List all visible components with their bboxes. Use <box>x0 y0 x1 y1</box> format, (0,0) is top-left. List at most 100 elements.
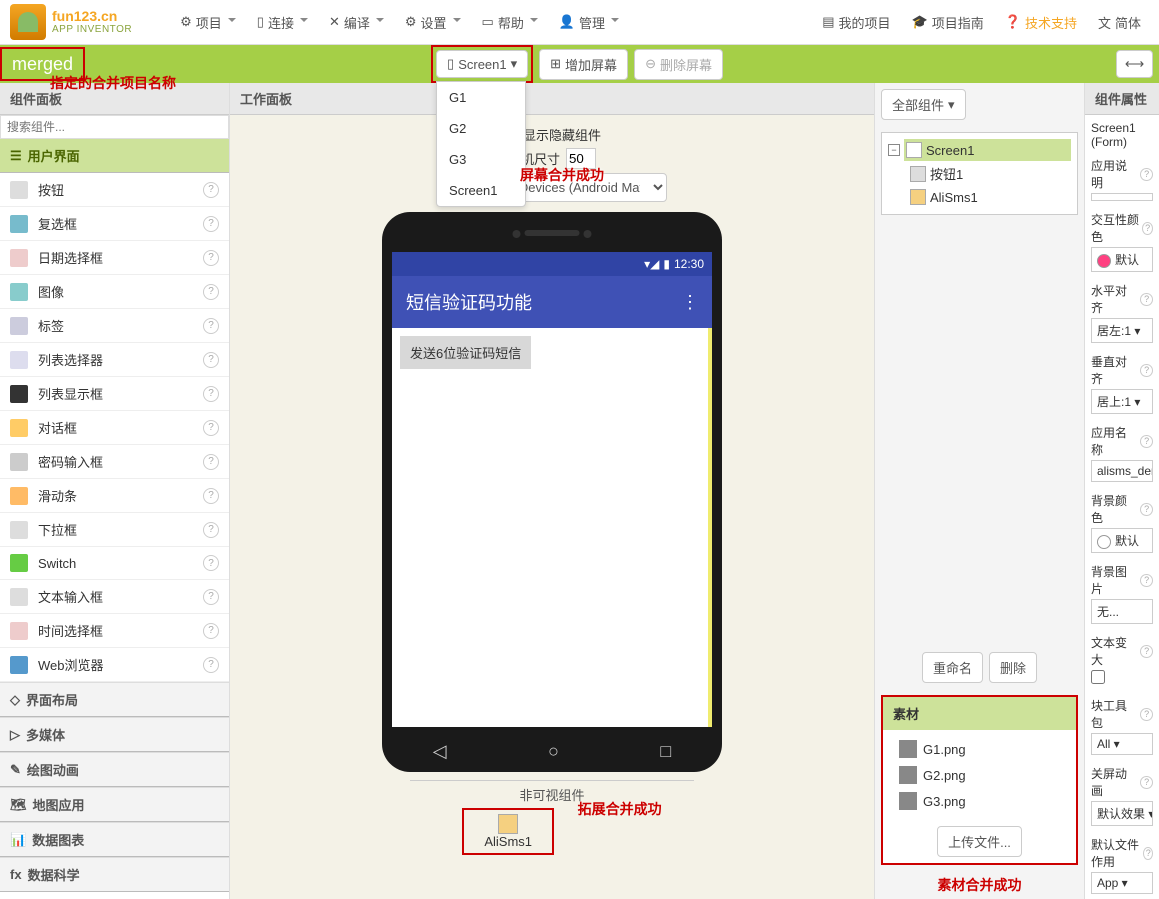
delete-button[interactable]: 删除 <box>989 652 1037 683</box>
image-icon <box>899 740 917 758</box>
media-panel: 素材 G1.png G2.png G3.png 上传文件... <box>881 695 1078 865</box>
property-control[interactable]: 居左:1 ▾ <box>1091 318 1153 343</box>
tree-node-button1[interactable]: 按钮1 <box>908 161 1071 186</box>
property-label: 文本变大 ? <box>1091 634 1153 668</box>
media-item-g2[interactable]: G2.png <box>889 762 1070 788</box>
logo-icon <box>10 4 46 40</box>
category-charts[interactable]: 📊 数据图表 <box>0 822 229 857</box>
property-control[interactable]: App ▾ <box>1091 872 1153 894</box>
rename-button[interactable]: 重命名 <box>922 652 983 683</box>
menu-help[interactable]: ▭ 帮助 <box>474 7 546 38</box>
component-tree: − Screen1 按钮1 AliSms1 <box>882 133 1077 214</box>
remove-screen-button[interactable]: ⊖ 删除屏幕 <box>634 49 723 80</box>
property-row: 背景图片 ?无... <box>1091 563 1153 624</box>
selected-component-label: Screen1 (Form) <box>1091 121 1153 149</box>
menu-admin[interactable]: 👤 管理 <box>551 7 627 38</box>
property-label: 水平对齐 ? <box>1091 282 1153 316</box>
screen-option-g3[interactable]: G3 <box>437 144 525 175</box>
property-label: 默认文件作用 ? <box>1091 836 1153 870</box>
property-row: 水平对齐 ?居左:1 ▾ <box>1091 282 1153 343</box>
work-header: 工作面板 <box>230 83 874 115</box>
palette-item-textbox[interactable]: 文本输入框? <box>0 580 229 614</box>
properties-panel: 组件属性 Screen1 (Form) 应用说明 ?交互性颜色 ?默认水平对齐 … <box>1084 83 1159 899</box>
nonvisible-section: 非可视组件 AliSms1 拓展合并成功 <box>260 780 844 855</box>
palette-item-slider[interactable]: 滑动条? <box>0 479 229 513</box>
sms-button[interactable]: 发送6位验证码短信 <box>400 336 531 369</box>
menu-language[interactable]: 文 简体 <box>1090 7 1149 38</box>
property-control[interactable]: 默认效果 ▾ <box>1091 801 1153 826</box>
app-title: 短信验证码功能 <box>406 289 532 315</box>
app-body: 发送6位验证码短信 <box>392 328 712 727</box>
property-label: 应用名称 ? <box>1091 424 1153 458</box>
category-layout[interactable]: ◇ 界面布局 <box>0 682 229 717</box>
palette-item-datepicker[interactable]: 日期选择框? <box>0 241 229 275</box>
tree-collapse-icon[interactable]: − <box>888 144 900 156</box>
logo[interactable]: fun123.cn APP INVENTOR <box>10 4 132 40</box>
media-item-g1[interactable]: G1.png <box>889 736 1070 762</box>
property-control[interactable]: 默认 <box>1091 247 1153 272</box>
main-area: 组件面板 ☰ 用户界面 按钮? 复选框? 日期选择框? 图像? 标签? 列表选择… <box>0 83 1159 899</box>
category-data[interactable]: fx 数据科学 <box>0 857 229 892</box>
menu-support[interactable]: ❓ 技术支持 <box>997 7 1085 38</box>
status-bar: ▾◢ ▮ 12:30 <box>392 252 712 276</box>
property-control[interactable]: alisms_demo <box>1091 460 1153 482</box>
battery-icon: ▮ <box>663 257 670 271</box>
designer-toggle-button[interactable]: ⟷ <box>1116 50 1153 78</box>
property-control[interactable]: 默认 <box>1091 528 1153 553</box>
screen-option-g1[interactable]: G1 <box>437 82 525 113</box>
property-label: 应用说明 ? <box>1091 157 1153 191</box>
palette-item-button[interactable]: 按钮? <box>0 173 229 207</box>
add-screen-button[interactable]: ⊞ 增加屏幕 <box>539 49 628 80</box>
palette-item-listview[interactable]: 列表显示框? <box>0 377 229 411</box>
property-control[interactable] <box>1091 193 1153 201</box>
property-control[interactable]: All ▾ <box>1091 733 1153 755</box>
annotation-media: 素材合并成功 <box>875 871 1084 899</box>
property-row: 关屏动画 ?默认效果 ▾ <box>1091 765 1153 826</box>
palette-item-checkbox[interactable]: 复选框? <box>0 207 229 241</box>
annotation-project-name: 指定的合并项目名称 <box>50 73 176 93</box>
palette-item-timepicker[interactable]: 时间选择框? <box>0 614 229 648</box>
all-components-button[interactable]: 全部组件 ▾ <box>881 89 966 120</box>
palette-item-notifier[interactable]: 对话框? <box>0 411 229 445</box>
palette-item-password[interactable]: 密码输入框? <box>0 445 229 479</box>
menu-my-projects[interactable]: ▤ 我的项目 <box>814 7 898 38</box>
nav-home-icon: ○ <box>548 741 559 762</box>
nonvisible-component[interactable]: AliSms1 <box>462 808 554 855</box>
menu-project[interactable]: ⚙ 项目 <box>172 7 244 38</box>
category-ui[interactable]: ☰ 用户界面 <box>0 139 229 173</box>
menu-guide[interactable]: 🎓 项目指南 <box>904 7 992 38</box>
category-drawing[interactable]: ✎ 绘图动画 <box>0 752 229 787</box>
property-row: 交互性颜色 ?默认 <box>1091 211 1153 272</box>
tree-node-screen1[interactable]: Screen1 <box>904 139 1071 161</box>
property-control[interactable] <box>1091 670 1105 684</box>
palette-item-spinner[interactable]: 下拉框? <box>0 513 229 547</box>
property-row: 应用名称 ?alisms_demo <box>1091 424 1153 482</box>
screen-selector-button[interactable]: ▯ Screen1 ▾ <box>436 50 528 78</box>
overflow-icon[interactable]: ⋮ <box>681 292 698 313</box>
menu-settings[interactable]: ⚙ 设置 <box>397 7 469 38</box>
screen-option-g2[interactable]: G2 <box>437 113 525 144</box>
palette-item-switch[interactable]: Switch? <box>0 547 229 580</box>
media-header: 素材 <box>883 697 1076 730</box>
category-maps[interactable]: 🗺 地图应用 <box>0 787 229 822</box>
logo-text-2: APP INVENTOR <box>52 24 132 35</box>
property-control[interactable]: 居上:1 ▾ <box>1091 389 1153 414</box>
media-item-g3[interactable]: G3.png <box>889 788 1070 814</box>
palette-item-webviewer[interactable]: Web浏览器? <box>0 648 229 682</box>
menu-build[interactable]: ✕ 编译 <box>321 7 392 38</box>
palette-item-image[interactable]: 图像? <box>0 275 229 309</box>
status-time: 12:30 <box>674 257 704 271</box>
property-row: 块工具包 ?All ▾ <box>1091 697 1153 755</box>
tree-node-alisms1[interactable]: AliSms1 <box>908 186 1071 208</box>
upload-file-button[interactable]: 上传文件... <box>937 826 1022 857</box>
property-control[interactable]: 无... <box>1091 599 1153 624</box>
screen-dropdown: G1 G2 G3 Screen1 <box>436 81 526 207</box>
palette-item-listpicker[interactable]: 列表选择器? <box>0 343 229 377</box>
palette-search-input[interactable] <box>0 115 229 139</box>
palette-item-label[interactable]: 标签? <box>0 309 229 343</box>
screen-option-screen1[interactable]: Screen1 <box>437 175 525 206</box>
screen-selector-wrapper: ▯ Screen1 ▾ G1 G2 G3 Screen1 <box>431 45 533 83</box>
category-media[interactable]: ▷ 多媒体 <box>0 717 229 752</box>
property-row: 默认文件作用 ?App ▾ <box>1091 836 1153 894</box>
menu-connect[interactable]: ▯ 连接 <box>249 7 316 38</box>
